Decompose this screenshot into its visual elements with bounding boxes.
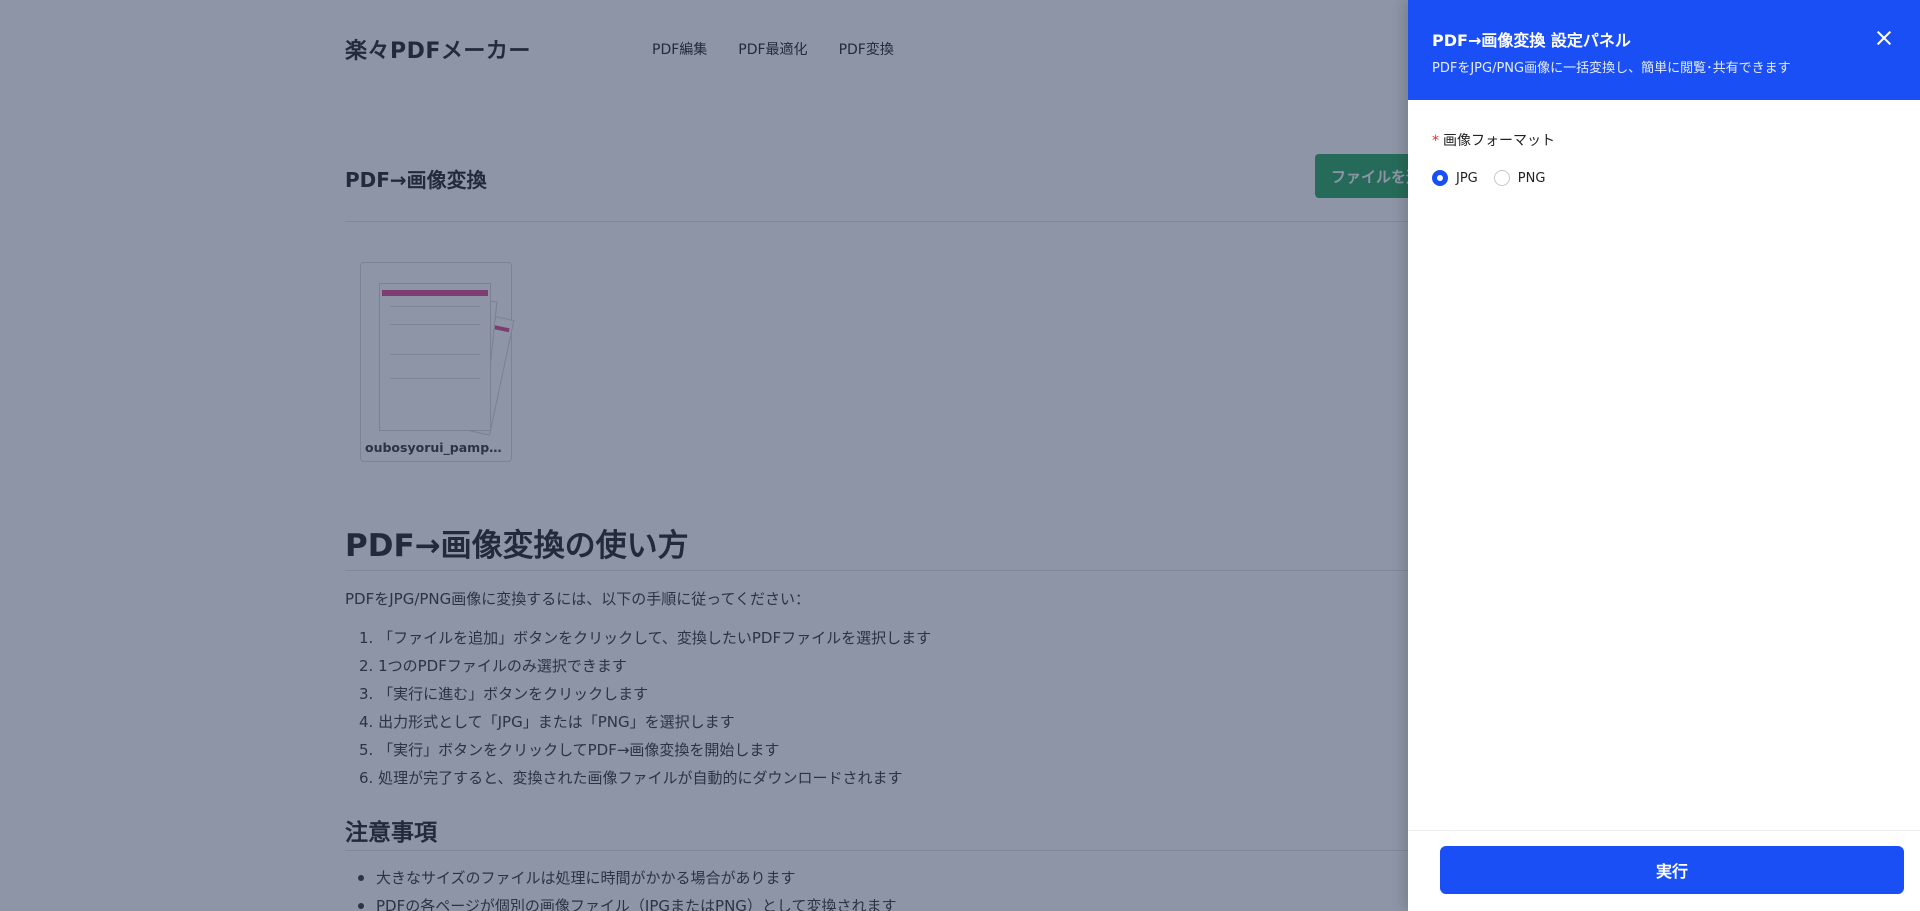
- close-icon[interactable]: [1874, 28, 1894, 48]
- radio-jpg[interactable]: JPG: [1432, 170, 1478, 186]
- settings-drawer: PDF→画像変換 設定パネル PDFをJPG/PNG画像に一括変換し、簡単に閲覧…: [1408, 0, 1920, 911]
- radio-label: PNG: [1517, 170, 1546, 186]
- drawer-title: PDF→画像変換 設定パネル: [1432, 31, 1631, 50]
- radio-unchecked-icon[interactable]: [1493, 170, 1510, 186]
- run-button[interactable]: 実行: [1440, 846, 1904, 894]
- radio-label: JPG: [1456, 170, 1478, 186]
- radio-checked-icon[interactable]: [1432, 170, 1448, 186]
- drawer-subtitle: PDFをJPG/PNG画像に一括変換し、簡単に閲覧･共有できます: [1432, 61, 1791, 76]
- image-format-label: * 画像フォーマット: [1432, 130, 1555, 150]
- field-label-text: 画像フォーマット: [1443, 133, 1555, 149]
- required-mark: *: [1432, 133, 1439, 149]
- drawer-header: PDF→画像変換 設定パネル PDFをJPG/PNG画像に一括変換し、簡単に閲覧…: [1408, 0, 1920, 100]
- image-format-radio-group: JPG PNG: [1432, 170, 1561, 186]
- radio-png[interactable]: PNG: [1493, 170, 1546, 186]
- drawer-footer: 実行: [1408, 830, 1920, 911]
